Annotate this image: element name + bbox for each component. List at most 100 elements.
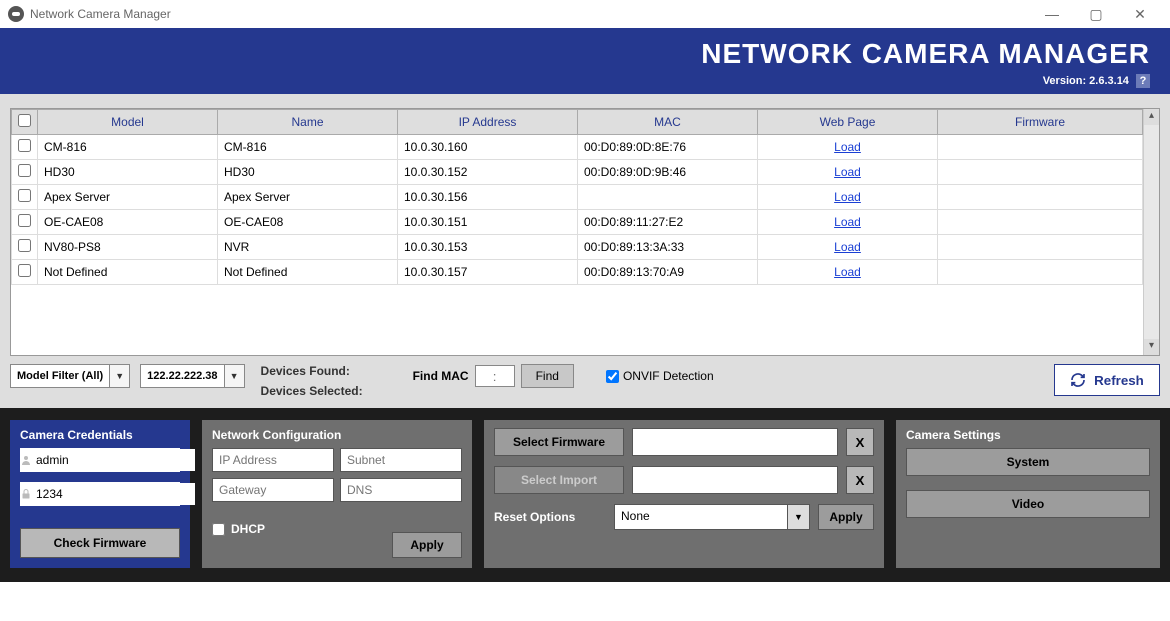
credentials-panel: Camera Credentials Check Firmware — [10, 420, 190, 568]
load-link[interactable]: Load — [834, 165, 861, 179]
lock-icon — [20, 482, 32, 506]
ip-address-input[interactable] — [212, 448, 334, 472]
onvif-checkbox[interactable] — [606, 370, 619, 383]
dns-input[interactable] — [340, 478, 462, 502]
clear-firmware-button[interactable]: X — [846, 428, 874, 456]
dhcp-label: DHCP — [231, 522, 265, 536]
row-checkbox[interactable] — [18, 164, 31, 177]
cell-ip: 10.0.30.153 — [398, 235, 578, 260]
row-checkbox[interactable] — [18, 264, 31, 277]
cell-name: Not Defined — [218, 260, 398, 285]
row-checkbox[interactable] — [18, 239, 31, 252]
header-model[interactable]: Model — [38, 110, 218, 135]
select-import-button[interactable]: Select Import — [494, 466, 624, 494]
row-checkbox[interactable] — [18, 214, 31, 227]
load-link[interactable]: Load — [834, 265, 861, 279]
cell-name: OE-CAE08 — [218, 210, 398, 235]
load-link[interactable]: Load — [834, 190, 861, 204]
table-scrollbar[interactable]: ▴ ▾ — [1143, 109, 1159, 355]
table-row[interactable]: HD30HD3010.0.30.15200:D0:89:0D:9B:46Load — [12, 160, 1143, 185]
check-firmware-button[interactable]: Check Firmware — [20, 528, 180, 558]
header-web[interactable]: Web Page — [758, 110, 938, 135]
reset-options-value: None — [614, 504, 788, 530]
version-label: Version: — [1043, 75, 1086, 87]
onvif-label: ONVIF Detection — [623, 369, 714, 383]
devices-found-label: Devices Found: — [261, 364, 363, 378]
chevron-down-icon: ▼ — [109, 365, 129, 387]
dhcp-checkbox[interactable] — [212, 523, 225, 536]
cell-firmware — [938, 235, 1143, 260]
minimize-button[interactable]: — — [1030, 0, 1074, 28]
cell-web: Load — [758, 235, 938, 260]
network-apply-button[interactable]: Apply — [392, 532, 462, 558]
app-header: NETWORK CAMERA MANAGER Version: 2.6.3.14… — [0, 28, 1170, 94]
chevron-down-icon: ▼ — [224, 365, 244, 387]
load-link[interactable]: Load — [834, 240, 861, 254]
password-input[interactable] — [32, 483, 195, 505]
model-filter-text: Model Filter (All) — [11, 365, 109, 387]
cell-name: NVR — [218, 235, 398, 260]
table-row[interactable]: CM-816CM-81610.0.30.16000:D0:89:0D:8E:76… — [12, 135, 1143, 160]
video-settings-button[interactable]: Video — [906, 490, 1150, 518]
header-firmware[interactable]: Firmware — [938, 110, 1143, 135]
firmware-panel: Select Firmware X Select Import X Reset … — [484, 420, 884, 568]
find-mac-input[interactable] — [475, 365, 515, 387]
load-link[interactable]: Load — [834, 140, 861, 154]
table-row[interactable]: Not DefinedNot Defined10.0.30.15700:D0:8… — [12, 260, 1143, 285]
cell-web: Load — [758, 210, 938, 235]
cell-ip: 10.0.30.152 — [398, 160, 578, 185]
header-mac[interactable]: MAC — [578, 110, 758, 135]
cell-model: Apex Server — [38, 185, 218, 210]
window-title: Network Camera Manager — [30, 7, 1030, 21]
import-path-input[interactable] — [632, 466, 838, 494]
cell-mac: 00:D0:89:13:70:A9 — [578, 260, 758, 285]
table-row[interactable]: NV80-PS8NVR10.0.30.15300:D0:89:13:3A:33L… — [12, 235, 1143, 260]
ip-filter-dropdown[interactable]: 122.22.222.38 ▼ — [140, 364, 244, 388]
help-button[interactable]: ? — [1136, 74, 1150, 88]
load-link[interactable]: Load — [834, 215, 861, 229]
ip-filter-text: 122.22.222.38 — [141, 365, 223, 387]
select-firmware-button[interactable]: Select Firmware — [494, 428, 624, 456]
cell-model: NV80-PS8 — [38, 235, 218, 260]
clear-import-button[interactable]: X — [846, 466, 874, 494]
subnet-input[interactable] — [340, 448, 462, 472]
username-input[interactable] — [32, 449, 195, 471]
find-button[interactable]: Find — [521, 364, 574, 388]
header-name[interactable]: Name — [218, 110, 398, 135]
cell-web: Load — [758, 260, 938, 285]
reset-options-label: Reset Options — [494, 510, 606, 524]
select-all-checkbox[interactable] — [18, 114, 31, 127]
cell-ip: 10.0.30.160 — [398, 135, 578, 160]
header-ip[interactable]: IP Address — [398, 110, 578, 135]
reset-options-dropdown[interactable]: None ▼ — [614, 504, 810, 530]
model-filter-dropdown[interactable]: Model Filter (All) ▼ — [10, 364, 130, 388]
system-settings-button[interactable]: System — [906, 448, 1150, 476]
scroll-down-icon[interactable]: ▾ — [1144, 339, 1159, 355]
cell-ip: 10.0.30.157 — [398, 260, 578, 285]
firmware-path-input[interactable] — [632, 428, 838, 456]
cell-firmware — [938, 160, 1143, 185]
cell-ip: 10.0.30.151 — [398, 210, 578, 235]
find-mac-label: Find MAC — [413, 369, 469, 383]
version-number: 2.6.3.14 — [1089, 75, 1129, 87]
reset-apply-button[interactable]: Apply — [818, 504, 874, 530]
cell-name: CM-816 — [218, 135, 398, 160]
cell-model: HD30 — [38, 160, 218, 185]
table-row[interactable]: OE-CAE08OE-CAE0810.0.30.15100:D0:89:11:2… — [12, 210, 1143, 235]
maximize-button[interactable]: ▢ — [1074, 0, 1118, 28]
cell-model: CM-816 — [38, 135, 218, 160]
devices-selected-label: Devices Selected: — [261, 384, 363, 398]
scroll-up-icon[interactable]: ▴ — [1144, 109, 1159, 125]
cell-model: OE-CAE08 — [38, 210, 218, 235]
cell-name: Apex Server — [218, 185, 398, 210]
camera-settings-panel: Camera Settings System Video — [896, 420, 1160, 568]
refresh-button[interactable]: Refresh — [1054, 364, 1160, 396]
cell-mac: 00:D0:89:0D:8E:76 — [578, 135, 758, 160]
close-button[interactable]: ✕ — [1118, 0, 1162, 28]
row-checkbox[interactable] — [18, 189, 31, 202]
cell-mac: 00:D0:89:0D:9B:46 — [578, 160, 758, 185]
cell-web: Load — [758, 160, 938, 185]
table-row[interactable]: Apex ServerApex Server10.0.30.156Load — [12, 185, 1143, 210]
gateway-input[interactable] — [212, 478, 334, 502]
row-checkbox[interactable] — [18, 139, 31, 152]
